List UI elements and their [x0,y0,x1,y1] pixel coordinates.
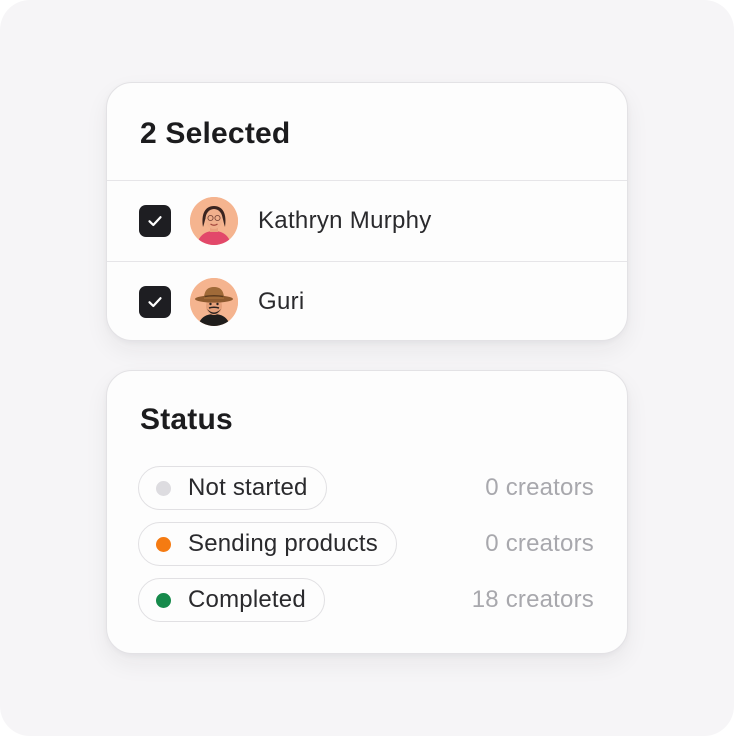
creator-name: Kathryn Murphy [258,207,432,234]
status-row-sending-products: Sending products 0 creators [138,522,594,566]
checkbox-kathryn-murphy[interactable] [139,205,171,237]
checkbox-guri[interactable] [139,285,171,318]
status-dot-icon [156,536,171,552]
status-label: Sending products [188,530,378,557]
status-pill-not-started[interactable]: Not started [138,466,327,510]
status-count: 18 creators [471,586,594,613]
checkmark-icon [148,216,162,227]
selected-row-kathryn-murphy[interactable]: Kathryn Murphy [107,181,627,261]
selected-row-guri[interactable]: Guri [107,261,627,340]
creator-name: Guri [258,287,305,315]
avatar-guri [190,277,238,326]
selected-header: 2 Selected [107,83,627,181]
status-pill-sending-products[interactable]: Sending products [138,522,397,566]
widget-frame: 2 Selected Kathryn Murphy Guri Status No… [0,0,734,736]
status-label: Not started [188,474,308,501]
selected-creators-card: 2 Selected Kathryn Murphy Guri [106,82,628,341]
status-label: Completed [188,586,306,613]
status-pill-completed[interactable]: Completed [138,578,325,622]
status-card: Status Not started 0 creators Sending pr… [106,370,628,654]
checkmark-icon [148,296,162,307]
status-count: 0 creators [485,530,594,557]
selected-count-title: 2 Selected [140,117,291,150]
status-row-completed: Completed 18 creators [138,578,594,622]
status-dot-icon [156,480,171,496]
status-row-not-started: Not started 0 creators [138,466,594,510]
status-title: Status [140,403,233,436]
status-dot-icon [156,592,171,608]
avatar-kathryn-murphy [190,197,238,245]
status-count: 0 creators [485,474,594,501]
